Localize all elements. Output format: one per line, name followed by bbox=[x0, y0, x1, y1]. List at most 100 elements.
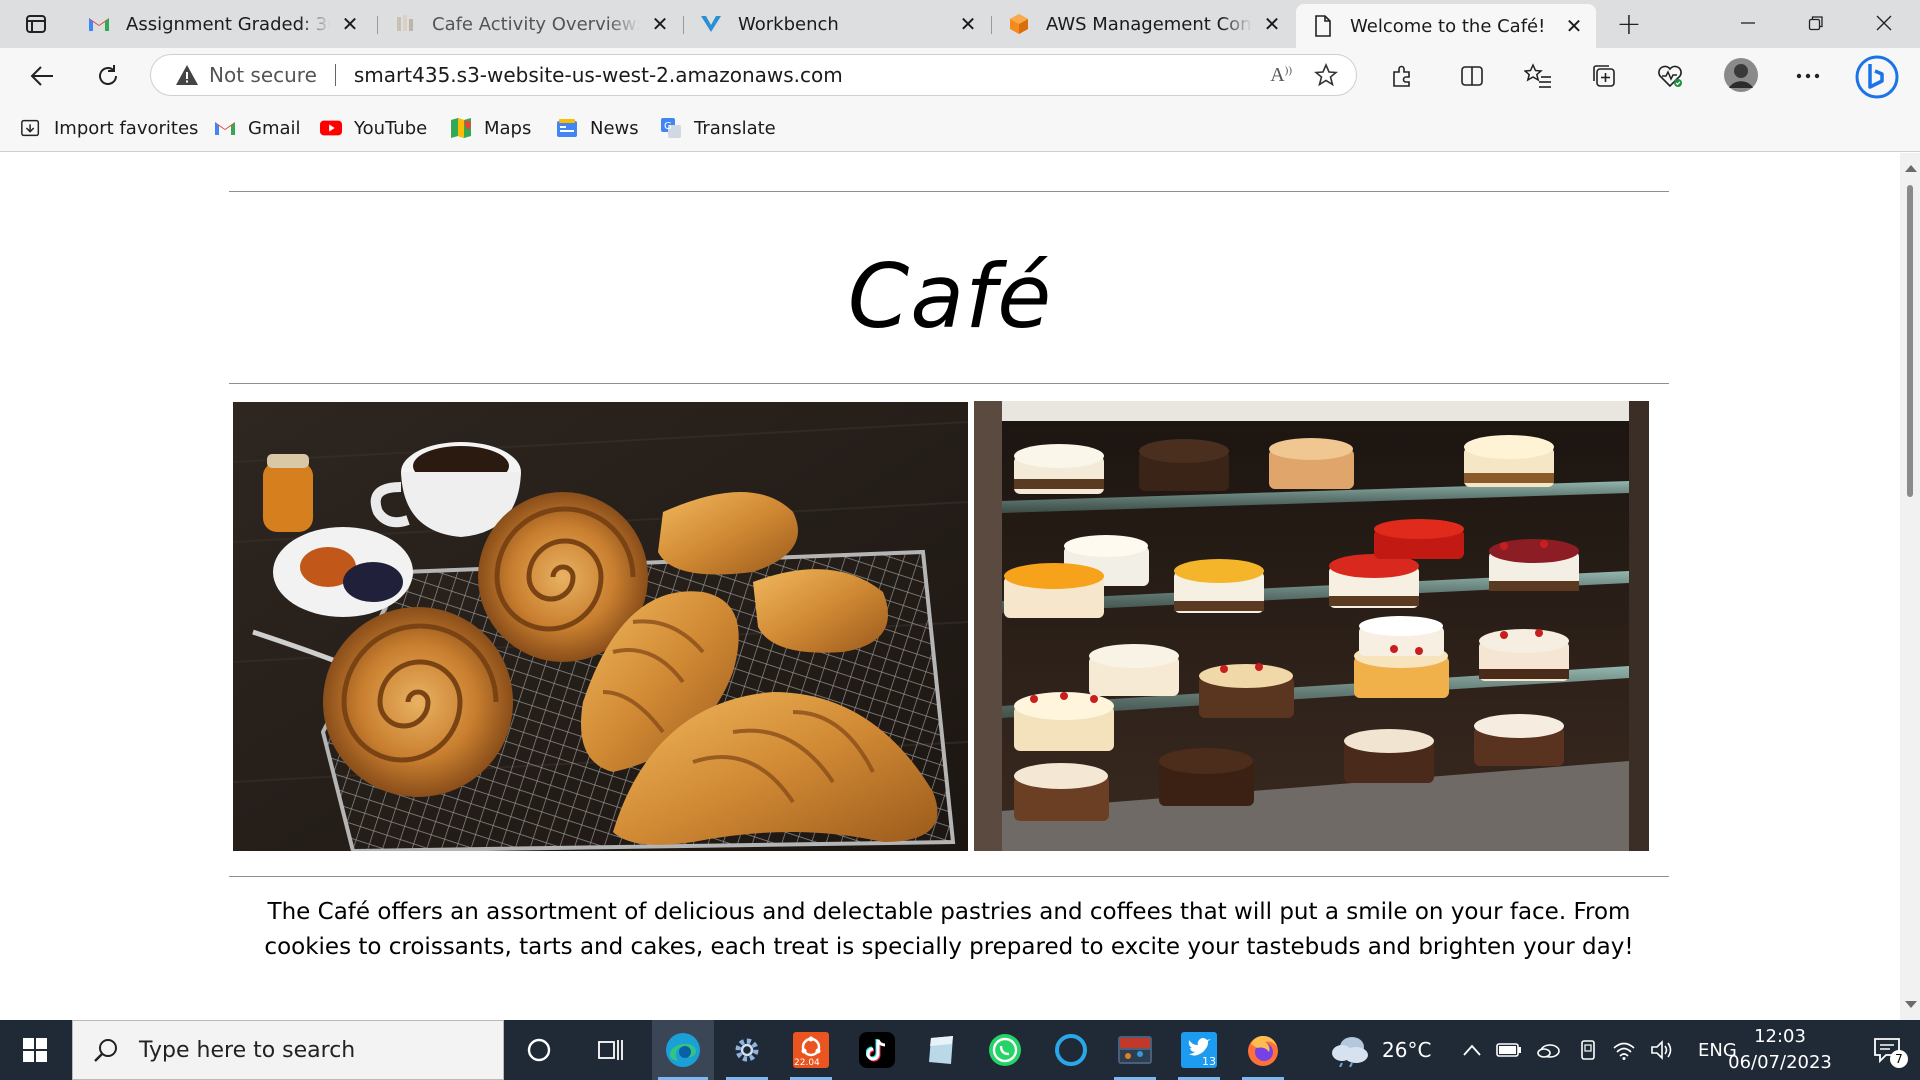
tab-actions-icon bbox=[26, 15, 46, 33]
battery-icon[interactable] bbox=[1496, 1041, 1522, 1059]
close-icon[interactable]: ✕ bbox=[956, 12, 980, 36]
cortana-button[interactable] bbox=[508, 1020, 570, 1080]
taskbar-notes[interactable] bbox=[910, 1020, 972, 1080]
start-button[interactable] bbox=[0, 1020, 70, 1080]
browser-essentials-icon[interactable] bbox=[1654, 60, 1686, 92]
tab-welcome-cafe[interactable]: Welcome to the Café! ✕ bbox=[1296, 4, 1596, 48]
clock-date: 06/07/2023 bbox=[1728, 1052, 1832, 1073]
new-tab-button[interactable]: + bbox=[1612, 7, 1646, 42]
address-divider bbox=[334, 64, 336, 86]
cake-display-image bbox=[974, 401, 1649, 851]
favorite-gmail[interactable]: Gmail bbox=[214, 114, 301, 142]
tab-workbench[interactable]: Workbench ✕ bbox=[684, 6, 990, 42]
taskbar-cortana-circle[interactable] bbox=[1040, 1020, 1102, 1080]
twitter-icon: 13 bbox=[1181, 1032, 1217, 1068]
volume-icon[interactable] bbox=[1650, 1040, 1674, 1060]
profile-avatar[interactable] bbox=[1722, 56, 1760, 94]
taskbar-tiktok[interactable] bbox=[846, 1020, 908, 1080]
weather-widget[interactable]: 26°C bbox=[1330, 1020, 1431, 1080]
refresh-button[interactable] bbox=[88, 56, 128, 96]
favorite-star-icon[interactable] bbox=[1314, 63, 1338, 87]
restore-icon bbox=[1808, 16, 1823, 31]
youtube-icon bbox=[320, 117, 342, 139]
cortana-icon bbox=[527, 1038, 551, 1062]
scroll-up-arrow-icon[interactable] bbox=[1905, 165, 1917, 172]
bing-chat-button[interactable] bbox=[1854, 54, 1900, 100]
favorite-maps[interactable]: Maps bbox=[450, 114, 531, 142]
chevron-up-icon[interactable] bbox=[1462, 1043, 1482, 1057]
ubuntu-icon: 22.04 bbox=[793, 1032, 829, 1068]
favorite-label: Gmail bbox=[248, 117, 301, 139]
svg-text:G: G bbox=[664, 121, 672, 132]
avatar-icon bbox=[1724, 58, 1758, 92]
clock-time: 12:03 bbox=[1754, 1026, 1806, 1047]
minimize-icon bbox=[1741, 22, 1755, 24]
close-icon[interactable]: ✕ bbox=[1260, 12, 1284, 36]
split-screen-icon[interactable] bbox=[1456, 60, 1488, 92]
page-scrollbar[interactable] bbox=[1900, 153, 1920, 1020]
onedrive-icon[interactable] bbox=[1536, 1041, 1564, 1059]
scroll-down-arrow-icon[interactable] bbox=[1905, 1001, 1917, 1008]
tab-title: AWS Management Consol bbox=[1046, 13, 1252, 35]
extensions-icon[interactable] bbox=[1386, 60, 1418, 92]
tab-cafe-activity[interactable]: Cafe Activity Overview: Cre ✕ bbox=[378, 6, 682, 42]
close-icon[interactable]: ✕ bbox=[1562, 14, 1586, 38]
aws-icon bbox=[1008, 13, 1030, 35]
circle-app-icon bbox=[1055, 1034, 1087, 1066]
tab-aws-console[interactable]: AWS Management Consol ✕ bbox=[992, 6, 1294, 42]
search-placeholder: Type here to search bbox=[139, 1037, 356, 1063]
taskbar-settings[interactable] bbox=[716, 1020, 778, 1080]
search-icon bbox=[94, 1039, 117, 1062]
import-favorites-icon bbox=[20, 117, 42, 139]
taskbar-edge[interactable] bbox=[652, 1020, 714, 1080]
page-viewport: Café The Café offers an assortment of de… bbox=[0, 153, 1900, 1020]
security-label[interactable]: Not secure bbox=[209, 63, 317, 87]
taskbar-firefox[interactable] bbox=[1232, 1020, 1294, 1080]
weather-temperature: 26°C bbox=[1382, 1038, 1432, 1062]
taskbar-whatsapp[interactable] bbox=[974, 1020, 1036, 1080]
favorite-youtube[interactable]: YouTube bbox=[320, 114, 427, 142]
favorite-label: Translate bbox=[694, 117, 776, 139]
translate-icon: G bbox=[660, 117, 682, 139]
taskbar-search-box[interactable]: Type here to search bbox=[72, 1020, 504, 1080]
cafe-description: The Café offers an assortment of delicio… bbox=[264, 899, 1634, 960]
taskbar-ubuntu[interactable]: 22.04 bbox=[780, 1020, 842, 1080]
device-icon[interactable] bbox=[1578, 1039, 1598, 1061]
notes-app-icon bbox=[929, 1036, 953, 1064]
page-icon bbox=[1312, 15, 1334, 37]
favorite-import-favorites[interactable]: Import favorites bbox=[20, 114, 198, 142]
read-aloud-icon[interactable]: A)) bbox=[1270, 64, 1292, 87]
settings-more-icon[interactable] bbox=[1792, 60, 1824, 92]
edge-icon bbox=[666, 1033, 700, 1067]
tab-title: Assignment Graded: 300-[ bbox=[126, 13, 330, 35]
clock[interactable]: 12:03 06/07/2023 bbox=[1710, 1024, 1850, 1076]
not-secure-warning-icon[interactable] bbox=[175, 64, 199, 86]
close-window-button[interactable] bbox=[1850, 0, 1918, 46]
system-tray: ENG bbox=[1462, 1020, 1737, 1080]
bing-icon bbox=[1855, 55, 1899, 99]
close-icon[interactable]: ✕ bbox=[648, 12, 672, 36]
scroll-thumb[interactable] bbox=[1907, 185, 1913, 497]
close-icon[interactable]: ✕ bbox=[338, 12, 362, 36]
taskbar-twitter[interactable]: 13 bbox=[1168, 1020, 1230, 1080]
minimize-button[interactable] bbox=[1714, 0, 1782, 46]
notification-icon: 7 bbox=[1872, 1036, 1908, 1068]
url-text[interactable]: smart435.s3-website-us-west-2.amazonaws.… bbox=[354, 63, 843, 87]
settings-gear-icon bbox=[735, 1038, 759, 1062]
tab-assignment-graded[interactable]: Assignment Graded: 300-[ ✕ bbox=[72, 6, 372, 42]
address-bar[interactable]: Not secure smart435.s3-website-us-west-2… bbox=[150, 54, 1357, 96]
wifi-icon[interactable] bbox=[1612, 1040, 1636, 1060]
favorite-news[interactable]: News bbox=[556, 114, 639, 142]
favorites-list-icon[interactable] bbox=[1522, 60, 1554, 92]
notification-center-button[interactable]: 7 bbox=[1856, 1020, 1918, 1080]
favorite-translate[interactable]: G Translate bbox=[660, 114, 776, 142]
taskbar-game[interactable] bbox=[1104, 1020, 1166, 1080]
favorite-label: News bbox=[590, 117, 639, 139]
maps-icon bbox=[450, 117, 472, 139]
collections-icon[interactable] bbox=[1588, 60, 1620, 92]
task-view-button[interactable] bbox=[580, 1020, 642, 1080]
page-title: Café bbox=[847, 245, 1053, 348]
tab-actions-button[interactable] bbox=[14, 8, 58, 40]
back-button[interactable] bbox=[22, 56, 62, 96]
restore-button[interactable] bbox=[1782, 0, 1850, 46]
